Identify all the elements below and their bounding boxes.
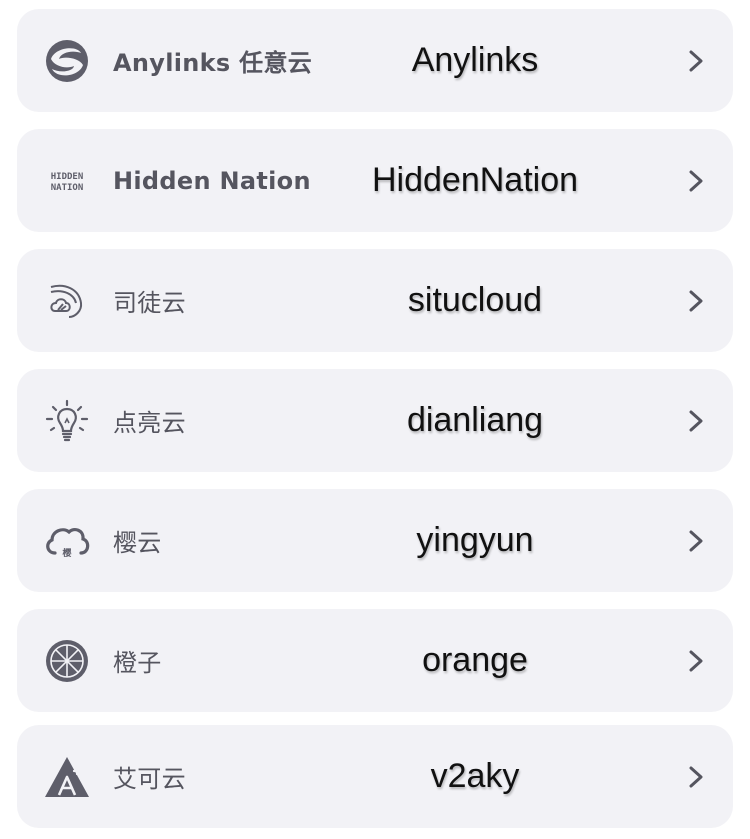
provider-name: 艾可云	[113, 765, 186, 793]
svg-text:HIDDEN: HIDDEN	[51, 172, 84, 182]
provider-name: 点亮云	[113, 409, 186, 437]
provider-name: 司徒云	[113, 289, 186, 317]
list-item-situcloud[interactable]: 司徒云 situcloud	[17, 249, 733, 352]
provider-code: situcloud	[407, 281, 543, 319]
provider-code: Anylinks	[411, 41, 539, 79]
provider-code: dianliang	[406, 401, 544, 439]
list-item-anylinks[interactable]: Anylinks 任意云 Anylinks	[17, 9, 733, 112]
chevron-right-icon	[685, 9, 707, 112]
provider-code: orange	[422, 641, 528, 679]
chevron-right-icon	[685, 369, 707, 472]
list-item-v2aky[interactable]: 艾可云 v2aky	[17, 725, 733, 828]
anylinks-swirl-logo-icon	[43, 39, 91, 83]
provider-name: 樱云	[113, 529, 162, 557]
lightbulb-icon	[43, 399, 91, 443]
a-plus-triangle-icon	[43, 755, 91, 799]
provider-name: 橙子	[113, 649, 162, 677]
list-item-yingyun[interactable]: 樱 樱云 yingyun	[17, 489, 733, 592]
chevron-right-icon	[685, 249, 707, 352]
provider-code: HiddenNation	[371, 161, 579, 199]
chevron-right-icon	[685, 609, 707, 712]
chevron-right-icon	[685, 129, 707, 232]
chevron-right-icon	[685, 725, 707, 828]
provider-code: yingyun	[416, 521, 534, 559]
list-item-orange[interactable]: 橙子 orange	[17, 609, 733, 712]
svg-text:NATION: NATION	[51, 183, 84, 193]
provider-name: Anylinks 任意云	[113, 49, 313, 77]
cloud-sketch-logo-icon	[43, 279, 91, 323]
list-item-hidden-nation[interactable]: HIDDEN NATION Hidden Nation HiddenNation	[17, 129, 733, 232]
cloud-outline-icon: 樱	[43, 519, 91, 563]
orange-slice-icon	[43, 639, 91, 683]
provider-code: v2aky	[430, 757, 520, 795]
chevron-right-icon	[685, 489, 707, 592]
provider-list: Anylinks 任意云 Anylinks HIDDEN NATION Hidd…	[0, 0, 750, 839]
hidden-nation-logo-icon: HIDDEN NATION	[43, 159, 91, 203]
list-item-dianliang[interactable]: 点亮云 dianliang	[17, 369, 733, 472]
provider-name: Hidden Nation	[113, 166, 311, 195]
svg-text:樱: 樱	[61, 547, 71, 559]
